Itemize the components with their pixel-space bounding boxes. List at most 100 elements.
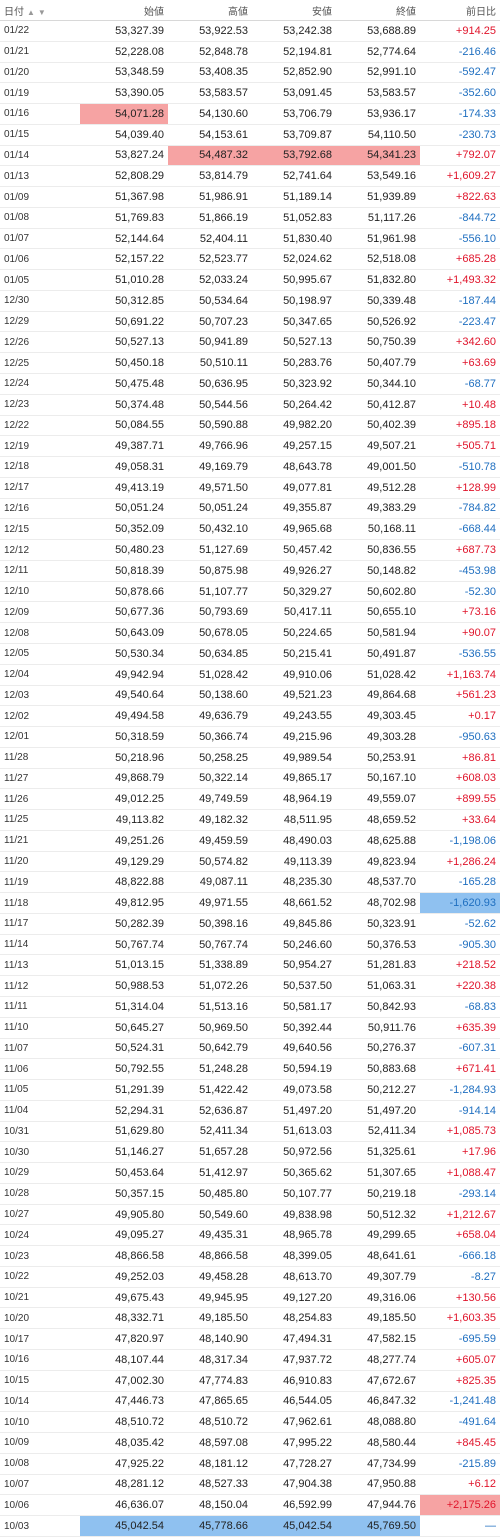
low-cell: 53,709.87 [252,124,336,146]
high-cell: 50,636.95 [168,373,252,395]
change-cell: +895.18 [420,415,500,437]
date-cell: 01/21 [0,41,80,63]
date-cell: 12/30 [0,290,80,312]
low-cell: 49,127.20 [252,1287,336,1309]
table-row: 11/05 51,291.39 51,422.42 49,073.58 50,212.2… [0,1079,500,1101]
close-cell: 53,936.17 [336,103,420,125]
change-cell: -187.44 [420,290,500,312]
date-cell: 10/14 [0,1391,80,1413]
open-cell: 49,540.64 [80,685,168,707]
date-cell: 11/14 [0,934,80,956]
open-cell: 50,450.18 [80,352,168,375]
low-cell: 50,264.42 [252,394,336,416]
high-cell: 53,583.57 [168,82,252,105]
open-cell: 49,113.82 [80,809,168,831]
table-row: 12/03 49,540.64 50,138.60 49,521.23 49,864.6… [0,685,500,707]
low-cell: 50,537.50 [252,975,336,997]
change-cell: +128.99 [420,477,500,499]
change-cell: +1,088.47 [420,1162,500,1184]
date-column-header[interactable]: 日付 ▲ ▼ [0,0,80,21]
date-cell: 01/08 [0,207,80,229]
date-cell: 10/28 [0,1183,80,1205]
date-cell: 01/22 [0,20,80,42]
close-cell: 48,659.52 [336,809,420,831]
date-cell: 11/21 [0,830,80,852]
close-cell: 48,088.80 [336,1411,420,1434]
date-cell: 01/05 [0,269,80,291]
high-cell: 49,766.96 [168,435,252,458]
table-row: 01/07 52,144.64 52,404.11 51,830.40 51,961.9… [0,228,500,250]
low-cell: 52,194.81 [252,41,336,63]
date-cell: 01/16 [0,103,80,125]
change-cell: -695.59 [420,1328,500,1350]
close-cell: 50,344.10 [336,373,420,395]
sort-descending-icon[interactable]: ▼ [38,8,46,17]
change-cell: -215.89 [420,1453,500,1475]
close-cell: 51,961.98 [336,228,420,250]
open-cell: 47,820.97 [80,1328,168,1350]
sort-ascending-icon[interactable]: ▲ [27,8,35,17]
table-row: 11/19 48,822.88 49,087.11 48,235.30 48,537.7… [0,871,500,894]
high-cell: 48,510.72 [168,1411,252,1434]
open-cell: 48,866.58 [80,1245,168,1267]
date-cell: 11/19 [0,871,80,894]
date-cell: 12/17 [0,477,80,499]
table-row: 10/21 49,675.43 49,945.95 49,127.20 49,316.0… [0,1287,500,1309]
table-row: 01/06 52,157.22 52,523.77 52,024.62 52,518.0… [0,248,500,271]
date-cell: 10/29 [0,1162,80,1184]
low-cell: 49,838.98 [252,1204,336,1226]
change-cell: +685.28 [420,248,500,271]
open-cell: 50,878.66 [80,581,168,603]
date-cell: 01/13 [0,165,80,188]
close-cell: 47,950.88 [336,1474,420,1496]
change-cell: +658.04 [420,1224,500,1247]
open-cell: 51,314.04 [80,996,168,1018]
high-cell: 53,922.53 [168,20,252,42]
close-cell: 50,167.10 [336,768,420,790]
open-cell: 50,677.36 [80,601,168,624]
close-cell: 49,383.29 [336,498,420,520]
date-cell: 10/27 [0,1204,80,1226]
low-cell: 48,613.70 [252,1266,336,1288]
date-cell: 10/22 [0,1266,80,1288]
low-cell: 47,995.22 [252,1432,336,1454]
change-cell: — [420,1515,500,1537]
change-cell: +86.81 [420,747,500,769]
low-cell: 51,497.20 [252,1100,336,1122]
table-row: 12/10 50,878.66 51,107.77 50,329.27 50,602.8… [0,581,500,603]
high-cell: 47,774.83 [168,1370,252,1392]
open-cell: 51,291.39 [80,1079,168,1101]
high-cell: 54,153.61 [168,124,252,146]
header-row: 日付 ▲ ▼ 始値 高値 安値 終値 前日比 [0,0,500,21]
open-cell: 49,868.79 [80,768,168,790]
change-cell: -223.47 [420,311,500,333]
high-cell: 53,408.35 [168,62,252,84]
high-cell: 50,634.85 [168,643,252,665]
close-cell: 50,168.11 [336,518,420,541]
change-cell: -1,284.93 [420,1079,500,1101]
date-cell: 11/12 [0,975,80,997]
date-cell: 10/24 [0,1224,80,1247]
date-cell: 10/07 [0,1474,80,1496]
low-cell: 50,323.92 [252,373,336,395]
low-column-header: 安値 [252,0,336,21]
open-cell: 50,312.85 [80,290,168,312]
close-cell: 51,307.65 [336,1162,420,1184]
low-cell: 50,995.67 [252,269,336,291]
open-cell: 46,636.07 [80,1494,168,1517]
close-cell: 51,832.80 [336,269,420,291]
table-row: 01/20 53,348.59 53,408.35 52,852.90 52,991.1… [0,62,500,84]
high-cell: 51,412.97 [168,1162,252,1184]
table-row: 12/08 50,643.09 50,678.05 50,224.65 50,581.9… [0,622,500,644]
table-row: 12/12 50,480.23 51,127.69 50,457.42 50,836.5… [0,539,500,561]
date-cell: 11/11 [0,996,80,1018]
low-cell: 47,904.38 [252,1474,336,1496]
table-row: 12/02 49,494.58 49,636.79 49,243.55 49,303.4… [0,705,500,728]
high-cell: 48,866.58 [168,1245,252,1267]
change-cell: -8.27 [420,1266,500,1288]
close-cell: 47,582.15 [336,1328,420,1350]
table-row: 01/16 54,071.28 54,130.60 53,706.79 53,936.1… [0,103,500,125]
close-cell: 50,376.53 [336,934,420,956]
change-cell: -68.83 [420,996,500,1018]
high-cell: 51,513.16 [168,996,252,1018]
